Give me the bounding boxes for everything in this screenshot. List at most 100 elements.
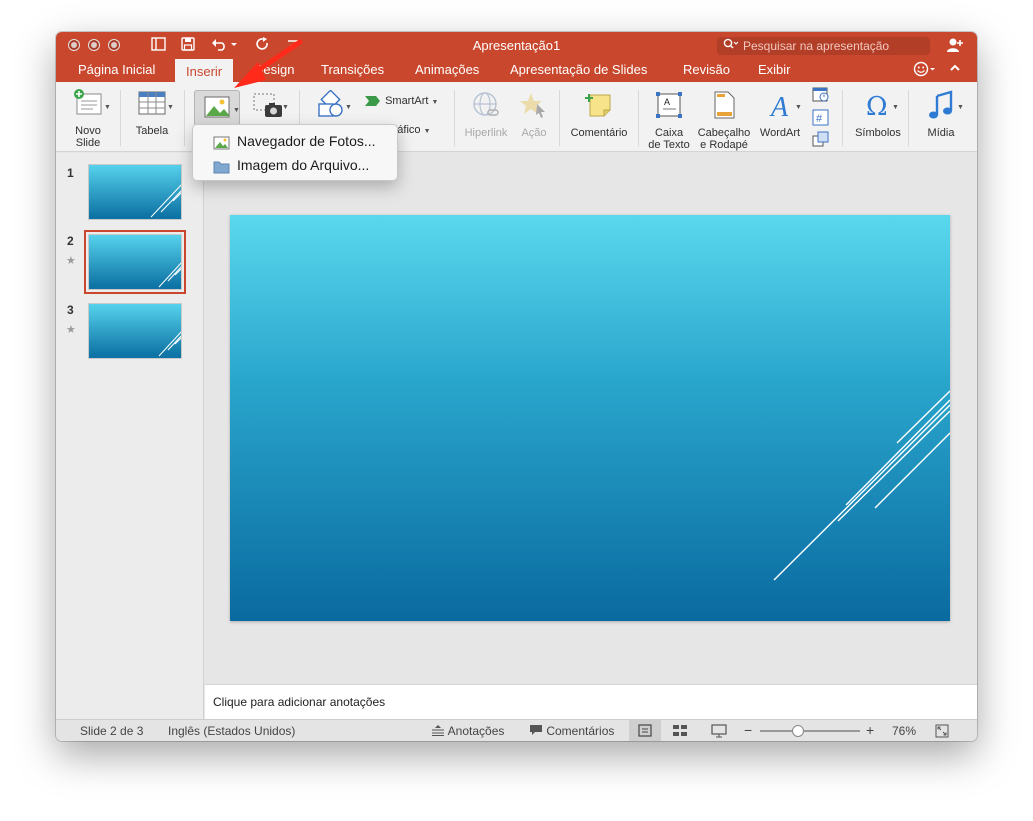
thumbnail-number-3: 3 (67, 303, 74, 317)
new-slide-dropdown-icon[interactable]: ▼ (104, 104, 111, 111)
search-input[interactable]: Pesquisar na apresentação (717, 37, 930, 55)
media-label: Mídia (927, 127, 955, 139)
tab-apresentacao-de-slides[interactable]: Apresentação de Slides (510, 62, 647, 82)
slide-decoration-lines (773, 390, 950, 581)
language-indicator[interactable]: Inglês (Estados Unidos) (168, 724, 295, 738)
ribbon-separator (908, 90, 909, 146)
ribbon-separator (842, 90, 843, 146)
table-button[interactable]: Tabela (130, 88, 174, 137)
slide-thumbnail-1[interactable] (88, 164, 182, 220)
chart-dropdown-icon[interactable]: ▼ (424, 128, 431, 135)
zoom-slider[interactable] (760, 725, 860, 737)
svg-text:Ω: Ω (866, 92, 888, 120)
zoom-level[interactable]: 76% (892, 724, 916, 738)
menu-item-picture-from-file-label: Imagem do Arquivo... (237, 157, 370, 173)
hyperlink-globe-icon (460, 90, 512, 123)
tab-transicoes[interactable]: Transições (321, 62, 384, 82)
menu-item-picture-from-file[interactable]: Imagem do Arquivo... (213, 154, 397, 176)
normal-view-button[interactable] (629, 720, 661, 741)
comment-label: Comentário (570, 127, 628, 139)
notes-toggle-label: Anotações (447, 724, 505, 738)
collapse-ribbon-icon[interactable] (949, 61, 961, 78)
ribbon-separator (638, 90, 639, 146)
header-footer-button[interactable]: Cabeçalho e Rodapé (696, 90, 752, 151)
new-slide-button[interactable]: Novo Slide (66, 88, 110, 149)
slide-thumbnails-pane: 1 2 ★ 3 ★ (56, 153, 204, 719)
search-icon (723, 37, 739, 55)
title-bar: Apresentação1 Pesquisar na apresentação (56, 32, 977, 58)
thumbnail-number-1: 1 (67, 166, 74, 180)
new-slide-label-1: Novo (75, 125, 101, 137)
animation-star-icon: ★ (66, 255, 76, 267)
comment-button[interactable]: Comentário (566, 90, 632, 139)
shapes-button[interactable] (310, 89, 350, 127)
current-slide[interactable] (230, 215, 950, 621)
tab-pagina-inicial[interactable]: Página Inicial (78, 62, 155, 82)
smartart-dropdown-icon[interactable]: ▼ (432, 99, 439, 106)
table-dropdown-icon[interactable]: ▼ (167, 104, 174, 111)
text-box-button[interactable]: A Caixa de Texto (644, 90, 694, 151)
status-bar: Slide 2 de 3 Inglês (Estados Unidos) Ano… (56, 719, 977, 741)
folder-icon (213, 158, 230, 174)
share-person-icon[interactable] (946, 37, 964, 56)
zoom-slider-thumb[interactable] (792, 725, 804, 737)
ribbon-separator (120, 90, 121, 146)
slide-sorter-icon[interactable] (672, 724, 688, 740)
tab-inserir[interactable]: Inserir (175, 59, 234, 83)
picture-button[interactable]: ▼ (194, 90, 240, 126)
slide-thumbnail-2[interactable] (84, 230, 186, 294)
action-label: Ação (521, 127, 547, 139)
slide-editing-area (205, 153, 977, 684)
zoom-out-icon[interactable]: − (744, 722, 752, 738)
tab-design[interactable]: Design (254, 62, 294, 82)
header-footer-label-1: Cabeçalho (697, 127, 751, 139)
hyperlink-label: Hiperlink (464, 127, 508, 139)
ribbon-separator (559, 90, 560, 146)
fit-to-window-icon[interactable] (935, 724, 949, 741)
action-button[interactable]: Ação (514, 90, 554, 139)
feedback-smiley-icon[interactable] (913, 61, 937, 81)
svg-text:#: # (816, 113, 823, 125)
wordart-dropdown-icon[interactable]: ▼ (795, 104, 802, 111)
slide-thumbnail-3[interactable] (88, 303, 182, 359)
search-placeholder: Pesquisar na apresentação (743, 39, 890, 53)
symbols-button[interactable]: Ω Símbolos (850, 90, 906, 139)
smartart-icon (364, 95, 382, 107)
notes-pane[interactable]: Clique para adicionar anotações (205, 684, 977, 719)
smartart-label: SmartArt (385, 95, 429, 107)
notes-icon (431, 725, 445, 739)
text-box-icon: A (644, 90, 694, 123)
insert-small-icons: # (812, 86, 832, 148)
picture-dropdown-icon[interactable]: ▼ (233, 105, 240, 117)
screenshot-dropdown-icon[interactable]: ▼ (282, 104, 289, 111)
symbols-dropdown-icon[interactable]: ▼ (892, 104, 899, 111)
media-button[interactable]: Mídia (916, 90, 966, 139)
ribbon-separator (184, 90, 185, 146)
slideshow-view-icon[interactable] (711, 724, 727, 741)
comments-toggle[interactable]: Comentários (529, 724, 614, 739)
thumbnail-number-2: 2 (67, 234, 74, 248)
comments-icon (529, 724, 543, 739)
shapes-dropdown-icon[interactable]: ▼ (345, 104, 352, 111)
menu-item-photo-browser[interactable]: Navegador de Fotos... (213, 130, 397, 152)
text-box-label-1: Caixa (654, 127, 684, 139)
zoom-in-icon[interactable]: + (866, 722, 874, 738)
hyperlink-button[interactable]: Hiperlink (460, 90, 512, 139)
object-icon[interactable] (812, 131, 830, 153)
date-time-icon[interactable] (812, 86, 830, 108)
slide-number-icon[interactable]: # (812, 109, 830, 131)
smartart-button[interactable]: SmartArt ▼ (364, 95, 446, 109)
media-dropdown-icon[interactable]: ▼ (957, 104, 964, 111)
text-box-label-2: de Texto (648, 139, 690, 151)
picture-dropdown-menu: Navegador de Fotos... Imagem do Arquivo.… (192, 124, 398, 181)
tab-revisao[interactable]: Revisão (683, 62, 730, 82)
comment-note-icon (566, 90, 632, 123)
tab-animacoes[interactable]: Animações (415, 62, 479, 82)
menu-item-photo-browser-label: Navegador de Fotos... (237, 133, 376, 149)
new-slide-label-2: Slide (75, 137, 101, 149)
action-star-icon (514, 90, 554, 123)
tab-exibir[interactable]: Exibir (758, 62, 791, 82)
wordart-button[interactable]: A WordArt (755, 90, 805, 139)
svg-text:A: A (664, 97, 670, 107)
notes-toggle[interactable]: Anotações (431, 724, 504, 739)
